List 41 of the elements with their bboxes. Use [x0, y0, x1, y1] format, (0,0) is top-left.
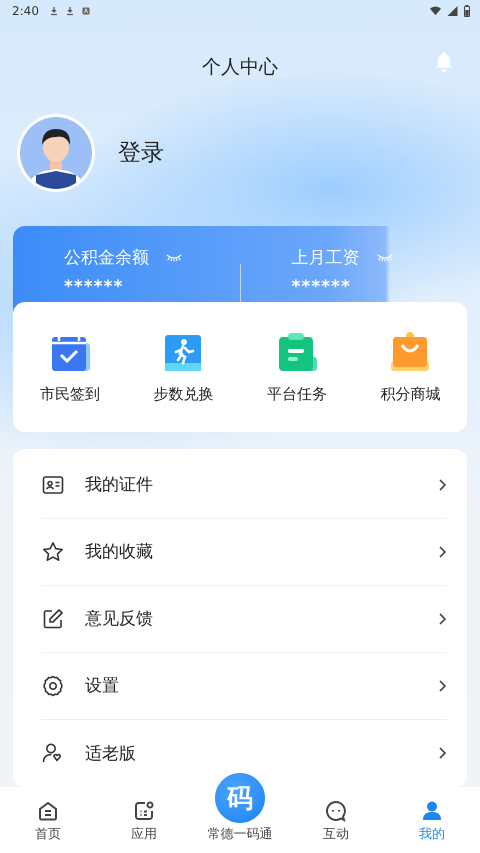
signal-icon	[447, 6, 458, 16]
avatar-silhouette[interactable]	[16, 112, 96, 193]
balance-value: ******	[64, 276, 124, 296]
hidden-eye-icon[interactable]	[165, 252, 183, 262]
nav-tab[interactable]: 首页	[0, 799, 96, 843]
chevron-right-icon	[437, 610, 447, 627]
apps-icon	[132, 799, 156, 823]
shortcut-item[interactable]: 平台任务	[240, 330, 354, 404]
menu-item[interactable]: 意见反馈	[41, 586, 447, 653]
shortcut-item[interactable]: 积分商城	[354, 330, 467, 404]
page-title: 个人中心	[202, 54, 278, 80]
menu-item[interactable]: 我的收藏	[41, 518, 447, 586]
nav-tab[interactable]: 应用	[96, 799, 192, 843]
menu-item[interactable]: 设置	[41, 652, 447, 720]
keyboard-icon	[80, 6, 91, 16]
star-icon	[41, 540, 65, 564]
home-icon	[36, 799, 60, 823]
chevron-right-icon	[437, 678, 447, 694]
settings-icon	[41, 674, 65, 698]
shortcut-item[interactable]: 市民签到	[13, 330, 126, 404]
battery-icon	[464, 4, 470, 17]
login-link[interactable]: 登录	[118, 137, 164, 168]
chevron-right-icon	[437, 745, 447, 762]
balance-value: ******	[292, 276, 352, 296]
nav-tab[interactable]: 我的	[384, 799, 480, 843]
chevron-right-icon	[437, 544, 447, 560]
download-icon	[48, 6, 59, 16]
person-icon	[420, 799, 444, 823]
status-time: 2:40	[12, 4, 39, 18]
nav-tab[interactable]: 互动	[288, 799, 384, 843]
code-glyph: 码	[215, 773, 265, 823]
balance-label: 上月工资	[292, 246, 360, 268]
wifi-icon	[430, 6, 441, 16]
menu-item[interactable]: 我的证件	[41, 452, 447, 519]
chat-icon	[324, 799, 348, 823]
chevron-right-icon	[437, 476, 447, 493]
download-icon	[64, 6, 75, 16]
edit-icon	[41, 606, 65, 631]
shortcut-item[interactable]: 步数兑换	[126, 330, 240, 404]
hidden-eye-icon[interactable]	[376, 252, 394, 262]
balance-label: 公积金余额	[64, 246, 149, 268]
